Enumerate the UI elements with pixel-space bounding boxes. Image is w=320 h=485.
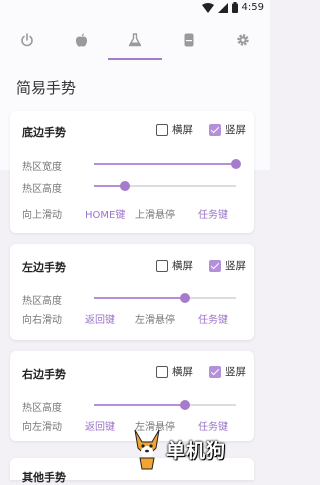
tab-apple[interactable] bbox=[54, 20, 108, 60]
card-title: 底边手势 bbox=[22, 126, 66, 139]
hotzone-height-slider[interactable] bbox=[94, 400, 236, 410]
signal-icon bbox=[217, 2, 228, 13]
slider-thumb[interactable] bbox=[179, 293, 190, 303]
power-icon bbox=[21, 33, 33, 47]
hotzone-height-label: 热区高度 bbox=[22, 403, 62, 414]
battery-icon bbox=[231, 2, 238, 13]
checkbox-box bbox=[209, 123, 221, 136]
hold-action[interactable]: 任务键 bbox=[198, 311, 228, 326]
landscape-checkbox[interactable]: 横屏 bbox=[156, 258, 193, 273]
swipe-left-label: 向左滑动 bbox=[22, 422, 62, 433]
checkbox-box bbox=[156, 259, 168, 272]
checkbox-label: 竖屏 bbox=[225, 260, 246, 272]
checkbox-label: 横屏 bbox=[172, 366, 193, 378]
swipe-up-label: 向上滑动 bbox=[22, 210, 62, 221]
card-bottom-gesture: 底边手势 横屏 竖屏 热区宽度 热区高度 向上滑动 HOME键 上滑悬停 任务键 bbox=[10, 111, 254, 233]
landscape-checkbox[interactable]: 横屏 bbox=[156, 364, 193, 379]
tab-power[interactable] bbox=[0, 20, 54, 60]
tab-settings[interactable] bbox=[216, 20, 270, 60]
hotzone-width-slider[interactable] bbox=[94, 159, 241, 169]
slider-thumb[interactable] bbox=[120, 181, 131, 191]
portrait-checkbox[interactable]: 竖屏 bbox=[209, 258, 246, 273]
landscape-checkbox[interactable]: 横屏 bbox=[156, 122, 193, 137]
checkbox-label: 竖屏 bbox=[225, 124, 246, 136]
slider-fill bbox=[94, 404, 185, 406]
swipe-left-action[interactable]: 返回键 bbox=[85, 418, 115, 433]
hotzone-height-slider[interactable] bbox=[94, 293, 236, 303]
checkbox-box bbox=[209, 259, 221, 272]
apple-icon bbox=[75, 33, 87, 47]
hotzone-width-label: 热区宽度 bbox=[22, 162, 62, 173]
tab-flask[interactable] bbox=[108, 20, 162, 60]
card-title: 右边手势 bbox=[22, 368, 66, 381]
status-icons: 4:59 bbox=[201, 2, 264, 13]
portrait-checkbox[interactable]: 竖屏 bbox=[209, 364, 246, 379]
slider-thumb[interactable] bbox=[179, 400, 190, 410]
portrait-checkbox[interactable]: 竖屏 bbox=[209, 122, 246, 137]
slider-thumb[interactable] bbox=[231, 159, 241, 169]
flask-icon bbox=[128, 33, 142, 47]
status-bar: 4:59 bbox=[0, 0, 270, 20]
hotzone-height-slider[interactable] bbox=[94, 181, 236, 191]
hold-label: 左滑悬停 bbox=[135, 315, 175, 326]
hotzone-height-label: 热区高度 bbox=[22, 184, 62, 195]
slider-fill bbox=[94, 297, 185, 299]
slider-fill bbox=[94, 163, 236, 165]
watermark: 单机狗 bbox=[132, 428, 226, 470]
checkbox-label: 横屏 bbox=[172, 260, 193, 272]
tab-bar bbox=[0, 20, 270, 60]
page-title: 简易手势 bbox=[16, 79, 77, 97]
checkbox-box bbox=[156, 123, 168, 136]
hotzone-height-label: 热区高度 bbox=[22, 296, 62, 307]
card-title: 其他手势 bbox=[22, 471, 66, 484]
wifi-icon bbox=[201, 2, 214, 13]
swipe-right-action[interactable]: 返回键 bbox=[85, 311, 115, 326]
swipe-up-action[interactable]: HOME键 bbox=[85, 206, 125, 221]
phone-icon bbox=[184, 33, 194, 47]
hold-action[interactable]: 任务键 bbox=[198, 206, 228, 221]
swipe-right-label: 向右滑动 bbox=[22, 315, 62, 326]
gear-icon bbox=[237, 34, 249, 46]
checkbox-box bbox=[156, 365, 168, 378]
tab-device[interactable] bbox=[162, 20, 216, 60]
checkbox-label: 竖屏 bbox=[225, 366, 246, 378]
watermark-text: 单机狗 bbox=[166, 439, 227, 462]
checkbox-label: 横屏 bbox=[172, 124, 193, 136]
checkbox-box bbox=[209, 365, 221, 378]
status-time: 4:59 bbox=[241, 2, 264, 13]
card-title: 左边手势 bbox=[22, 261, 66, 274]
card-left-gesture: 左边手势 横屏 竖屏 热区高度 向右滑动 返回键 左滑悬停 任务键 bbox=[10, 244, 254, 340]
hold-label: 上滑悬停 bbox=[135, 210, 175, 221]
dog-logo-icon bbox=[134, 429, 160, 470]
